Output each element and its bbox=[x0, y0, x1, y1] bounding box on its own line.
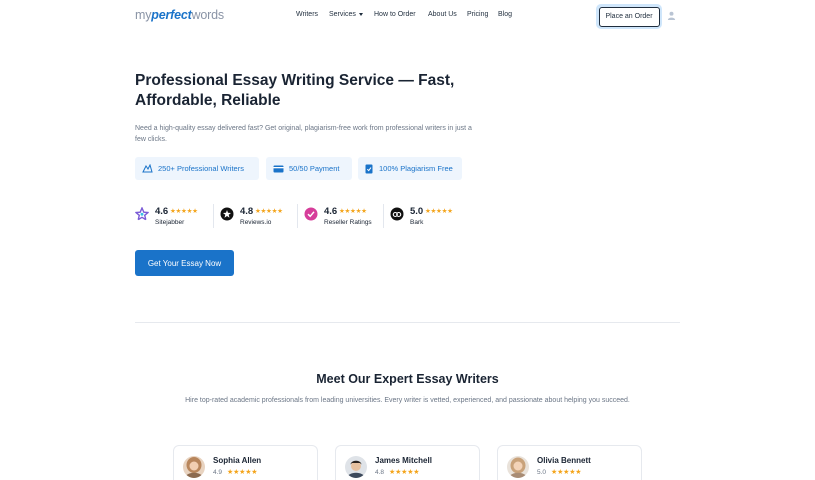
writer-card[interactable]: James Mitchell 4.8 ★★★★★ bbox=[335, 445, 480, 480]
main-nav: Writers Services How to Order About Us P… bbox=[0, 11, 815, 23]
rating-stars: ★★★★★ bbox=[255, 208, 283, 215]
resellerratings-icon bbox=[304, 207, 318, 221]
reviewsio-icon bbox=[220, 207, 234, 221]
rating-source-name: Reviews.io bbox=[240, 219, 272, 226]
bark-icon bbox=[390, 207, 404, 221]
nav-about-us[interactable]: About Us bbox=[428, 11, 457, 18]
chevron-down-icon bbox=[358, 12, 363, 16]
rating-bark[interactable]: 5.0 ★★★★★ Bark bbox=[390, 204, 465, 230]
feature-label: 250+ Professional Writers bbox=[158, 164, 244, 173]
rating-divider bbox=[297, 204, 298, 228]
rating-divider bbox=[213, 204, 214, 228]
hero-subtitle: Need a high-quality essay delivered fast… bbox=[135, 125, 472, 143]
avatar bbox=[345, 456, 367, 478]
rating-stars: ★★★★★ bbox=[170, 208, 198, 215]
feature-badge-writers: 250+ Professional Writers bbox=[135, 157, 259, 180]
writer-stars: ★★★★★ bbox=[227, 469, 258, 476]
sitejabber-icon bbox=[135, 207, 149, 221]
writer-card[interactable]: Olivia Bennett 5.0 ★★★★★ bbox=[497, 445, 642, 480]
user-icon[interactable] bbox=[667, 11, 676, 20]
rating-stars: ★★★★★ bbox=[339, 208, 367, 215]
nav-pricing[interactable]: Pricing bbox=[467, 11, 488, 18]
rating-divider bbox=[383, 204, 384, 228]
place-order-button-focus-ring: Place an Order bbox=[596, 4, 662, 29]
avatar bbox=[183, 456, 205, 478]
writer-pen-icon bbox=[142, 164, 153, 173]
place-order-button[interactable]: Place an Order bbox=[598, 6, 660, 27]
writer-name: James Mitchell bbox=[375, 456, 432, 465]
writer-score: 4.9 bbox=[213, 469, 223, 476]
nav-writers[interactable]: Writers bbox=[296, 11, 318, 18]
credit-card-icon bbox=[273, 165, 284, 172]
site-header: myperfectwords Writers Services How to O… bbox=[0, 0, 815, 32]
writer-stars: ★★★★★ bbox=[389, 469, 420, 476]
nav-services-label: Services bbox=[329, 11, 356, 18]
rating-source-name: Sitejabber bbox=[155, 219, 185, 226]
feature-badge-payment: 50/50 Payment bbox=[266, 157, 352, 180]
writer-name: Olivia Bennett bbox=[537, 456, 591, 465]
writer-name: Sophia Allen bbox=[213, 456, 262, 465]
nav-how-to-order[interactable]: How to Order bbox=[374, 11, 416, 18]
writer-stars: ★★★★★ bbox=[551, 469, 582, 476]
feature-label: 100% Plagiarism Free bbox=[379, 164, 453, 173]
writers-section-subtitle: Hire top-rated academic professionals fr… bbox=[185, 397, 630, 404]
rating-sitejabber[interactable]: 4.6 ★★★★★ Sitejabber bbox=[135, 204, 210, 230]
writer-score: 5.0 bbox=[537, 469, 547, 476]
rating-source-name: Bark bbox=[410, 219, 424, 226]
section-divider bbox=[135, 322, 680, 323]
page-title: Professional Essay Writing Service — Fas… bbox=[135, 72, 455, 109]
writers-section-title: Meet Our Expert Essay Writers bbox=[316, 372, 499, 386]
avatar bbox=[507, 456, 529, 478]
nav-blog[interactable]: Blog bbox=[498, 11, 512, 18]
rating-reseller-ratings[interactable]: 4.6 ★★★★★ Reseller Ratings bbox=[304, 204, 384, 230]
rating-score: 4.8 bbox=[240, 206, 254, 217]
rating-score: 4.6 bbox=[155, 206, 169, 217]
rating-reviewsio[interactable]: 4.8 ★★★★★ Reviews.io bbox=[220, 204, 300, 230]
rating-score: 4.6 bbox=[324, 206, 338, 217]
feature-badge-plagiarism: 100% Plagiarism Free bbox=[358, 157, 462, 180]
feature-label: 50/50 Payment bbox=[289, 164, 340, 173]
rating-score: 5.0 bbox=[410, 206, 424, 217]
writer-score: 4.8 bbox=[375, 469, 385, 476]
rating-source-name: Reseller Ratings bbox=[324, 219, 372, 226]
nav-services[interactable]: Services bbox=[329, 11, 363, 18]
writer-card[interactable]: Sophia Allen 4.9 ★★★★★ bbox=[173, 445, 318, 480]
document-check-icon bbox=[365, 164, 373, 173]
get-essay-button[interactable]: Get Your Essay Now bbox=[135, 250, 234, 276]
rating-stars: ★★★★★ bbox=[425, 208, 453, 215]
